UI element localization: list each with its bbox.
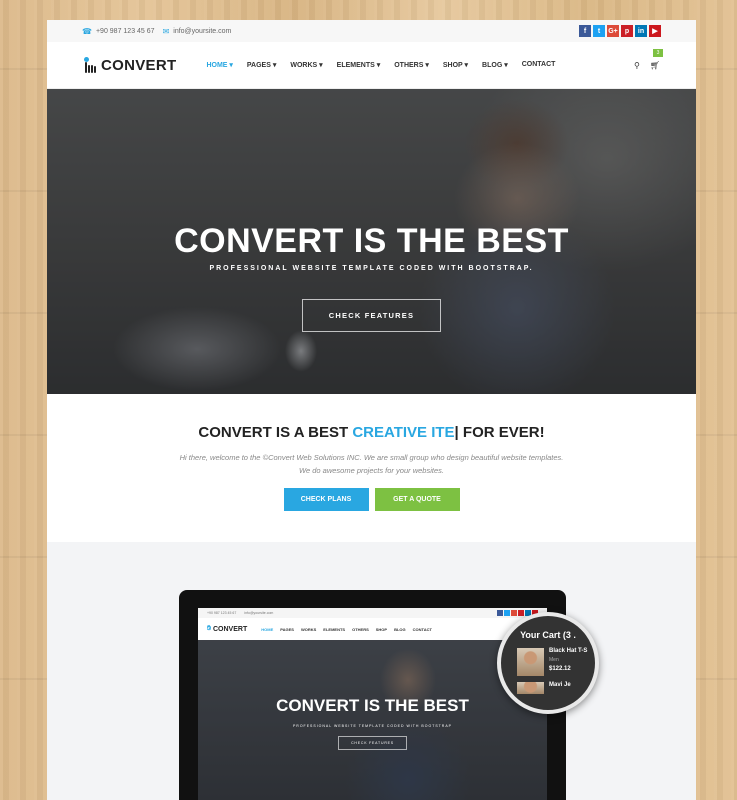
pinterest-icon[interactable]: p [621, 25, 633, 37]
mockup-logo: ✋︎ CONVERT [207, 625, 248, 633]
phone-contact[interactable]: ☎ +90 987 123 45 67 [82, 27, 155, 36]
phone-icon: ☎ [82, 26, 92, 36]
nav-item-contact[interactable]: CONTACT [522, 61, 556, 69]
product-thumbnail [517, 682, 544, 694]
product-thumbnail [517, 648, 544, 676]
mockup-hero-button: CHECK FEATURES [338, 736, 407, 750]
email-address: info@yoursite.com [173, 27, 232, 35]
website-page: ☎ +90 987 123 45 67 ✉ info@yoursite.com … [47, 20, 696, 800]
mockup-nav-item: SHOP [375, 626, 388, 632]
mockup-hero-subtitle: PROFESSIONAL WEBSITE TEMPLATE CODED WITH… [292, 724, 453, 728]
intro-buttons: CHECK PLANS GET A QUOTE [47, 488, 696, 511]
logo[interactable]: CONVERT [83, 57, 176, 74]
nav-item-elements[interactable]: ELEMENTS ▾ [337, 61, 381, 69]
hero-content: CONVERT IS THE BEST PROFESSIONAL WEBSITE… [47, 222, 696, 332]
hero-title: CONVERT IS THE BEST [174, 222, 569, 260]
mockup-menu: HOME PAGES WORKS ELEMENTS OTHERS SHOP BLOG CONT… [261, 627, 432, 632]
device-showcase: +90 987 123 45 67 info@yoursite.com ✋︎ CO… [47, 542, 696, 800]
nav-actions: ⚲ 🛒︎ 3 [634, 48, 663, 70]
cart-popup-title: Your Cart (3 . [520, 630, 576, 640]
mockup-nav-item: PAGES [280, 626, 294, 632]
logo-text: CONVERT [101, 56, 177, 74]
mockup-nav: ✋︎ CONVERT HOME PAGES WORKS ELEMENTS OTHERS SH… [198, 618, 547, 640]
check-plans-button[interactable]: CHECK PLANS [283, 488, 369, 511]
intro-text: Hi there, welcome to the ©Convert Web So… [179, 453, 564, 475]
hero-subtitle: PROFESSIONAL WEBSITE TEMPLATE CODED WITH… [209, 265, 534, 272]
logo-hand-icon [83, 57, 97, 73]
intro-title-accent: CREATIVE ITE [352, 424, 455, 441]
cart-item: Black Hat T-S Men $122.12 [517, 648, 595, 676]
nav-menu: HOME ▾ PAGES ▾ WORKS ▾ ELEMENTS ▾ OTHERS ▾ SH… [206, 61, 555, 69]
email-contact[interactable]: ✉ info@yoursite.com [163, 27, 232, 36]
mockup-hero: CONVERT IS THE BEST PROFESSIONAL WEBSITE… [198, 640, 547, 800]
search-icon[interactable]: ⚲ [634, 61, 640, 70]
top-bar: ☎ +90 987 123 45 67 ✉ info@yoursite.com … [47, 20, 696, 42]
cart-item: Mavi Je [517, 682, 595, 694]
mockup-top-bar: +90 987 123 45 67 info@yoursite.com [198, 608, 547, 618]
intro-section: CONVERT IS A BEST CREATIVE ITE| FOR EVER… [47, 394, 696, 542]
phone-number: +90 987 123 45 67 [95, 27, 155, 35]
nav-item-pages[interactable]: PAGES ▾ [247, 61, 276, 69]
monitor-screen: +90 987 123 45 67 info@yoursite.com ✋︎ CO… [198, 608, 547, 800]
cart-icon[interactable]: 🛒︎ 3 [650, 48, 663, 70]
nav-item-home[interactable]: HOME ▾ [206, 61, 232, 69]
mail-icon: ✉ [162, 26, 170, 36]
mockup-nav-item: BLOG [394, 626, 406, 632]
intro-title: CONVERT IS A BEST CREATIVE ITE| FOR EVER… [198, 424, 545, 441]
linkedin-icon[interactable]: in [635, 25, 647, 37]
google-plus-icon[interactable]: G+ [607, 25, 619, 37]
nav-item-blog[interactable]: BLOG ▾ [482, 61, 508, 69]
main-nav: CONVERT HOME ▾ PAGES ▾ WORKS ▾ ELEMENTS ▾ OT… [47, 42, 696, 89]
mockup-nav-item: CONTACT [412, 626, 432, 632]
nav-item-others[interactable]: OTHERS ▾ [394, 61, 429, 69]
mockup-nav-item: ELEMENTS [323, 626, 346, 632]
check-features-button[interactable]: CHECK FEATURES [301, 299, 442, 332]
hero-section: CONVERT IS THE BEST PROFESSIONAL WEBSITE… [47, 89, 696, 394]
mockup-hero-title: CONVERT IS THE BEST [276, 696, 469, 715]
cart-count-badge: 3 [653, 48, 663, 57]
facebook-icon[interactable]: f [579, 25, 591, 37]
social-links: f t G+ p in ▶ [579, 25, 661, 37]
mockup-nav-item: HOME [261, 626, 274, 632]
nav-item-shop[interactable]: SHOP ▾ [443, 61, 468, 69]
twitter-icon[interactable]: t [593, 25, 605, 37]
nav-item-works[interactable]: WORKS ▾ [290, 61, 322, 69]
get-quote-button[interactable]: GET A QUOTE [374, 488, 460, 511]
youtube-icon[interactable]: ▶ [649, 25, 661, 37]
mockup-nav-item: OTHERS [352, 626, 369, 632]
mockup-nav-item: WORKS [300, 626, 317, 632]
